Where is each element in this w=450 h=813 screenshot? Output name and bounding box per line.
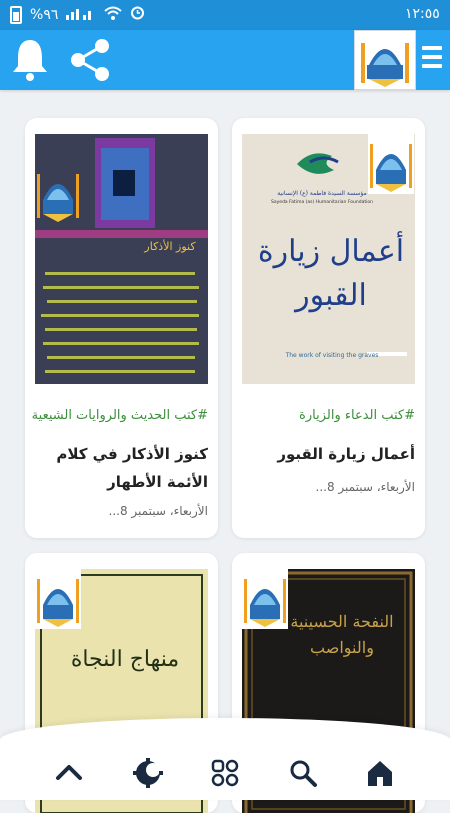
book-category[interactable]: #كتب الدعاء والزيارة xyxy=(238,408,415,423)
wifi-icon xyxy=(104,6,123,24)
moon-icon[interactable] xyxy=(133,758,163,788)
book-date: الأربعاء، سبتمبر 8... xyxy=(108,504,208,518)
cover-org-en: Sayeda Fatima (as) Humanitarian Foundati… xyxy=(271,200,373,205)
battery-icon xyxy=(10,5,22,24)
clock: ١٢:٥٥ xyxy=(405,6,440,22)
home-icon[interactable] xyxy=(365,758,395,788)
cover-title: أعمال زيارة القبور xyxy=(257,234,405,313)
cover-org: مؤسسة السيدة فاطمة (ع) الإنسانية xyxy=(277,190,367,197)
book-card[interactable]: مؤسسة السيدة فاطمة (ع) الإنسانية Sayeda … xyxy=(232,118,425,538)
cover-logo-icon xyxy=(35,569,81,629)
book-cover: كنوز الأذكار xyxy=(35,134,208,384)
book-cover: مؤسسة السيدة فاطمة (ع) الإنسانية Sayeda … xyxy=(242,134,415,384)
battery-percent: %٩٦ xyxy=(30,6,59,23)
search-icon[interactable] xyxy=(288,758,318,788)
menu-icon[interactable] xyxy=(422,46,442,74)
cover-title: منهاج النجاة xyxy=(70,647,180,672)
cover-title: كنوز الأذكار xyxy=(144,240,196,253)
cover-title: النفحة الحسينية والنواصب xyxy=(290,612,394,657)
signal-icon xyxy=(66,6,96,24)
cover-subtitle: The work of visiting the graves xyxy=(285,352,379,359)
book-date: الأربعاء، سبتمبر 8... xyxy=(315,480,415,494)
book-title[interactable]: أعمال زيارة القبور xyxy=(238,440,415,468)
status-bar: %٩٦ ١٢:٥٥ xyxy=(0,0,450,30)
bell-icon[interactable] xyxy=(10,36,50,84)
apps-icon[interactable] xyxy=(210,758,240,788)
book-card[interactable]: كنوز الأذكار #كتب الحديث والروايات الشيع… xyxy=(25,118,218,538)
cover-logo-icon xyxy=(35,164,81,224)
status-icons: %٩٦ xyxy=(10,5,145,24)
book-title[interactable]: كنوز الأذكار في كلام الأئمة الأطهار xyxy=(31,440,208,496)
cover-logo-icon xyxy=(242,569,288,629)
cover-logo-icon xyxy=(368,134,414,194)
chevron-up-icon[interactable] xyxy=(54,758,84,788)
bottom-nav xyxy=(0,718,450,800)
app-logo[interactable] xyxy=(354,30,416,90)
alarm-icon xyxy=(130,5,145,24)
app-bar xyxy=(0,30,450,90)
share-icon[interactable] xyxy=(66,36,114,84)
book-category[interactable]: #كتب الحديث والروايات الشيعية xyxy=(31,408,208,423)
